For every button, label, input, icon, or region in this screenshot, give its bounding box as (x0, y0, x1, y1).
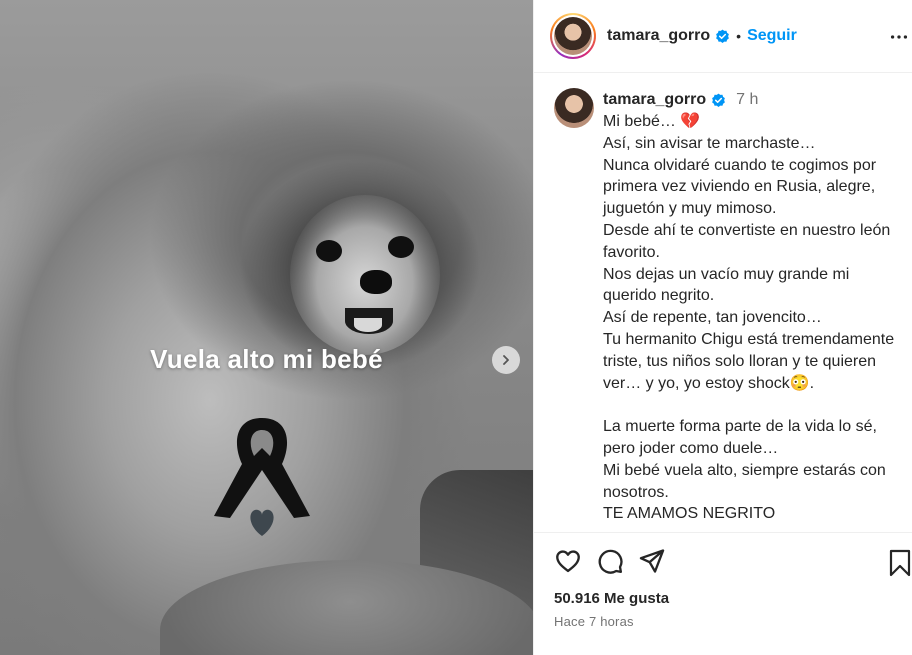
broken-heart-emoji: 💔 (680, 113, 701, 130)
verified-badge-icon (715, 29, 730, 44)
dog-nose (360, 270, 392, 294)
chevron-right-icon (503, 355, 509, 365)
caption-username[interactable]: tamara_gorro (603, 89, 706, 111)
caption-body: tamara_gorro 7 h Mi bebé… 💔 Así, sin avi… (603, 89, 903, 525)
post-timestamp[interactable]: Hace 7 horas (554, 614, 634, 629)
caption-first-line: Mi bebé… (603, 113, 681, 130)
share-icon[interactable] (638, 547, 666, 580)
avatar[interactable] (550, 13, 596, 59)
post-details-panel: tamara_gorro • Seguir tamara_gorro 7 h M… (533, 0, 912, 655)
caption-text: Mi bebé… 💔 Así, sin avisar te marchaste…… (603, 111, 903, 525)
dog-tongue (354, 318, 382, 332)
likes-count[interactable]: 50.916 Me gusta (554, 590, 669, 607)
caption-body-a: Así, sin avisar te marchaste… Nunca olvi… (603, 134, 895, 392)
follow-button[interactable]: Seguir (747, 27, 797, 45)
caption-avatar[interactable] (554, 88, 594, 128)
heart-icon[interactable] (554, 547, 582, 580)
mourning-ribbon-icon (214, 418, 310, 536)
actions-divider (534, 532, 912, 533)
post-header: tamara_gorro • Seguir (534, 0, 912, 73)
dog-eye-left (316, 240, 342, 262)
caption-header: tamara_gorro 7 h (603, 89, 903, 111)
caption-body-a-end: . (809, 374, 815, 392)
dog-eye-right (388, 236, 414, 258)
verified-badge-icon (711, 93, 726, 108)
comment-icon[interactable] (596, 547, 624, 580)
caption-time[interactable]: 7 h (736, 89, 758, 111)
bookmark-icon[interactable] (888, 549, 912, 582)
next-image-button[interactable] (492, 346, 520, 374)
caption-body-b: La muerte forma parte de la vida lo sé, … (603, 418, 886, 523)
header-separator: • (736, 28, 742, 44)
post-actions (554, 547, 666, 580)
caption-section: tamara_gorro 7 h Mi bebé… 💔 Así, sin avi… (534, 86, 912, 532)
header-username[interactable]: tamara_gorro (607, 27, 710, 45)
post-image[interactable]: Vuela alto mi bebé (0, 0, 533, 655)
image-overlay-text: Vuela alto mi bebé (150, 344, 383, 374)
more-options-icon[interactable] (888, 26, 910, 53)
flushed-face-emoji: 😳 (789, 374, 810, 392)
